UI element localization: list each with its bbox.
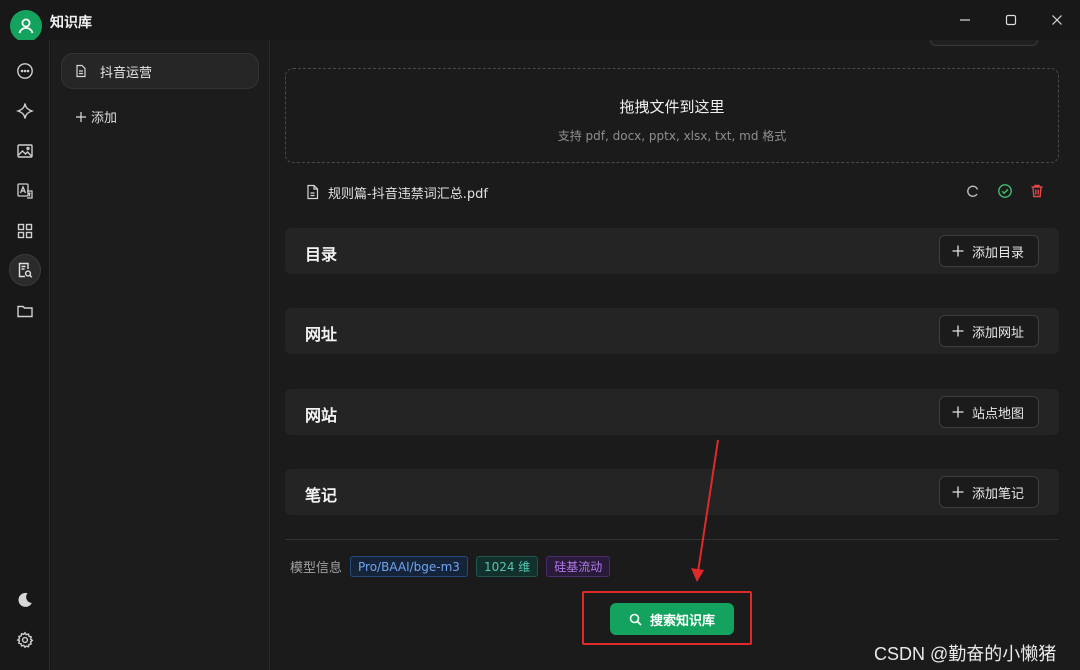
plus-icon — [76, 111, 86, 122]
plus-icon — [952, 486, 964, 498]
close-icon — [1052, 15, 1062, 25]
maximize-icon — [1005, 14, 1017, 26]
model-info-label: 模型信息 — [290, 561, 343, 576]
nav-images[interactable] — [9, 135, 41, 167]
knowledge-list: 抖音运营 添加 — [51, 40, 270, 670]
kb-item-label: 抖音运营 — [100, 65, 153, 81]
refresh-icon[interactable] — [965, 183, 981, 199]
add-url-button[interactable]: 添加网址 — [938, 315, 1039, 347]
kb-item-douyin[interactable]: 抖音运营 — [61, 53, 259, 89]
model-tag: Pro/BAAI/bge-m3 — [350, 556, 468, 577]
dropzone-title: 拖拽文件到这里 — [619, 98, 725, 116]
minimize-icon — [960, 19, 970, 21]
button-label: 添加目录 — [971, 245, 1024, 261]
nav-translate[interactable] — [9, 175, 41, 207]
main-content: 拖拽文件到这里 支持 pdf, docx, pptx, xlsx, txt, m… — [271, 40, 1080, 670]
close-button[interactable] — [1034, 6, 1080, 34]
window-title: 知识库 — [50, 15, 92, 31]
button-label: 添加网址 — [971, 325, 1024, 341]
file-dropzone[interactable]: 拖拽文件到这里 支持 pdf, docx, pptx, xlsx, txt, m… — [285, 68, 1059, 163]
plus-icon — [952, 406, 964, 418]
plus-icon — [952, 325, 964, 337]
document-icon — [76, 64, 86, 78]
section-title: 网站 — [305, 406, 338, 425]
nav-assistant[interactable] — [9, 95, 41, 127]
sitemap-button[interactable]: 站点地图 — [938, 396, 1039, 428]
settings-gear-icon — [16, 631, 34, 649]
file-item: 规则篇-抖音违禁词汇总.pdf — [305, 181, 1045, 203]
nav-apps[interactable] — [9, 215, 41, 247]
theme-toggle[interactable] — [9, 584, 41, 616]
search-icon — [629, 613, 642, 626]
folder-icon — [17, 305, 33, 318]
moon-icon — [18, 592, 32, 607]
divider — [285, 539, 1059, 540]
trash-icon[interactable] — [1029, 183, 1045, 199]
settings-button[interactable] — [9, 624, 41, 656]
chat-icon — [17, 63, 33, 79]
section-title: 目录 — [305, 245, 338, 264]
add-knowledge-label: 添加 — [91, 111, 118, 126]
add-knowledge-button[interactable]: 添加 — [75, 107, 117, 126]
search-button-label: 搜索知识库 — [649, 613, 715, 629]
button-label: 站点地图 — [971, 406, 1024, 422]
search-knowledge-button[interactable]: 搜索知识库 — [610, 603, 734, 635]
plus-icon — [952, 245, 964, 257]
translate-icon — [17, 183, 33, 199]
nav-rail — [0, 40, 50, 670]
dimension-tag: 1024 维 — [475, 556, 539, 577]
section-notes: 笔记 添加笔记 — [285, 469, 1059, 515]
file-name: 规则篇-抖音违禁词汇总.pdf — [328, 186, 488, 202]
user-icon — [18, 18, 34, 34]
apps-grid-icon — [17, 223, 33, 239]
nav-knowledge[interactable] — [9, 254, 41, 286]
watermark: CSDN @勤奋的小懒猪 — [874, 644, 1057, 664]
section-url: 网址 添加网址 — [285, 308, 1059, 354]
section-title: 网址 — [305, 325, 338, 344]
scrolled-button-edge — [930, 40, 1038, 46]
maximize-button[interactable] — [988, 6, 1034, 34]
dropzone-subtitle: 支持 pdf, docx, pptx, xlsx, txt, md 格式 — [557, 129, 787, 143]
minimize-button[interactable] — [942, 6, 988, 34]
model-info: 模型信息 Pro/BAAI/bge-m3 1024 维 硅基流动 — [290, 556, 611, 577]
button-label: 添加笔记 — [971, 486, 1024, 502]
provider-tag: 硅基流动 — [546, 556, 611, 577]
section-directory: 目录 添加目录 — [285, 228, 1059, 274]
file-icon — [307, 184, 319, 200]
assistant-sparkle-icon — [16, 103, 34, 119]
nav-files[interactable] — [9, 295, 41, 327]
image-icon — [17, 144, 33, 158]
file-actions — [965, 183, 1045, 199]
nav-chat[interactable] — [9, 55, 41, 87]
add-directory-button[interactable]: 添加目录 — [938, 235, 1039, 267]
user-avatar[interactable] — [10, 10, 42, 42]
section-website: 网站 站点地图 — [285, 389, 1059, 435]
title-bar: 知识库 — [0, 0, 1080, 42]
app-window: 知识库 抖音运营 添加 拖拽文件到这里 支持 pdf, docx, pptx, … — [0, 0, 1080, 670]
add-note-button[interactable]: 添加笔记 — [938, 476, 1039, 508]
knowledge-search-icon — [18, 262, 33, 278]
check-circle-icon[interactable] — [997, 183, 1013, 199]
section-title: 笔记 — [305, 486, 338, 505]
